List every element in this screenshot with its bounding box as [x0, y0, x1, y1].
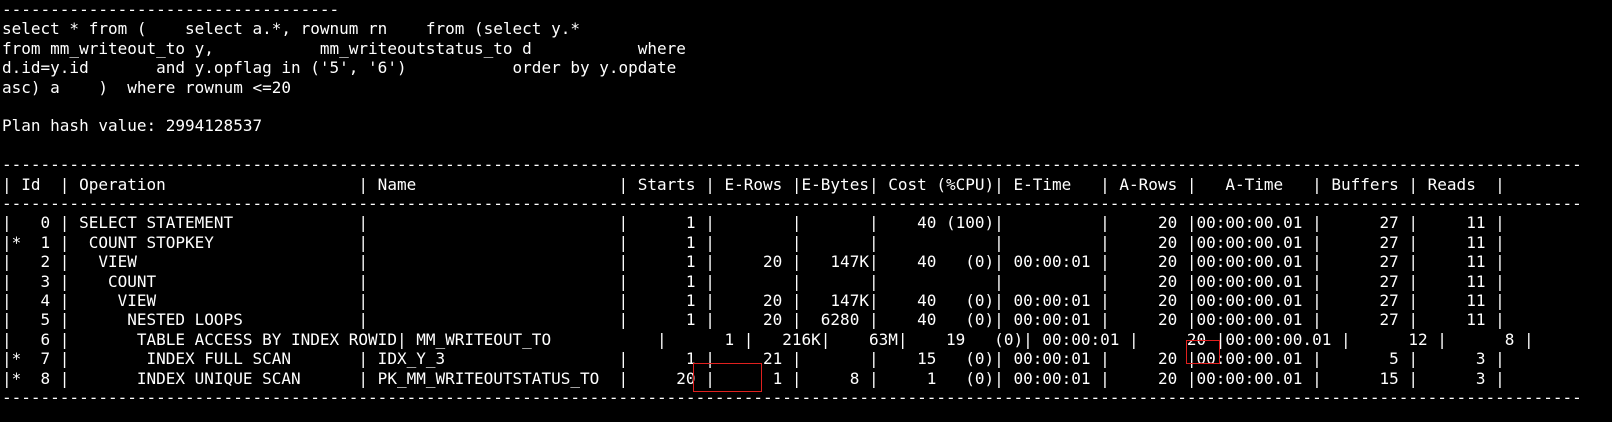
- terminal-line: | 6 | TABLE ACCESS BY INDEX ROWID| MM_WR…: [2, 329, 1534, 349]
- terminal-line: asc) a ) where rownum <=20: [2, 77, 291, 97]
- highlight-starts-row-8: [693, 363, 762, 392]
- terminal-line: | Id | Operation | Name | Starts | E-Row…: [2, 174, 1505, 194]
- terminal-line: ----------------------------------------…: [2, 388, 1582, 407]
- terminal-line: | 5 | NESTED LOOPS | | 1 | 20 | 6280 | 4…: [2, 310, 1505, 330]
- terminal-line: from mm_writeout_to y, mm_writeoutstatus…: [2, 38, 686, 58]
- terminal-line: d.id=y.id and y.opflag in ('5', '6') ord…: [2, 58, 677, 78]
- terminal-window[interactable]: ----------------------------------- selec…: [0, 0, 1612, 422]
- terminal-line: ----------------------------------------…: [2, 155, 1582, 175]
- terminal-line: | 3 | COUNT | | 1 | | | | | 20 |00:00:00…: [2, 271, 1505, 291]
- terminal-line: Plan hash value: 2994128537: [2, 116, 263, 136]
- terminal-line: -----------------------------------: [2, 0, 340, 19]
- terminal-line: | 2 | VIEW | | 1 | 20 | 147K| 40 (0)| 00…: [2, 252, 1505, 272]
- terminal-line: | 0 | SELECT STATEMENT | | 1 | | | 40 (1…: [2, 213, 1505, 233]
- terminal-line: | 4 | VIEW | | 1 | 20 | 147K| 40 (0)| 00…: [2, 291, 1505, 310]
- terminal-line: ----------------------------------------…: [2, 194, 1582, 213]
- terminal-line: |* 1 | COUNT STOPKEY | | 1 | | | | | 20 …: [2, 232, 1505, 252]
- terminal-line: select * from ( select a.*, rownum rn fr…: [2, 19, 580, 39]
- highlight-a-rows-row-7: [1186, 340, 1220, 364]
